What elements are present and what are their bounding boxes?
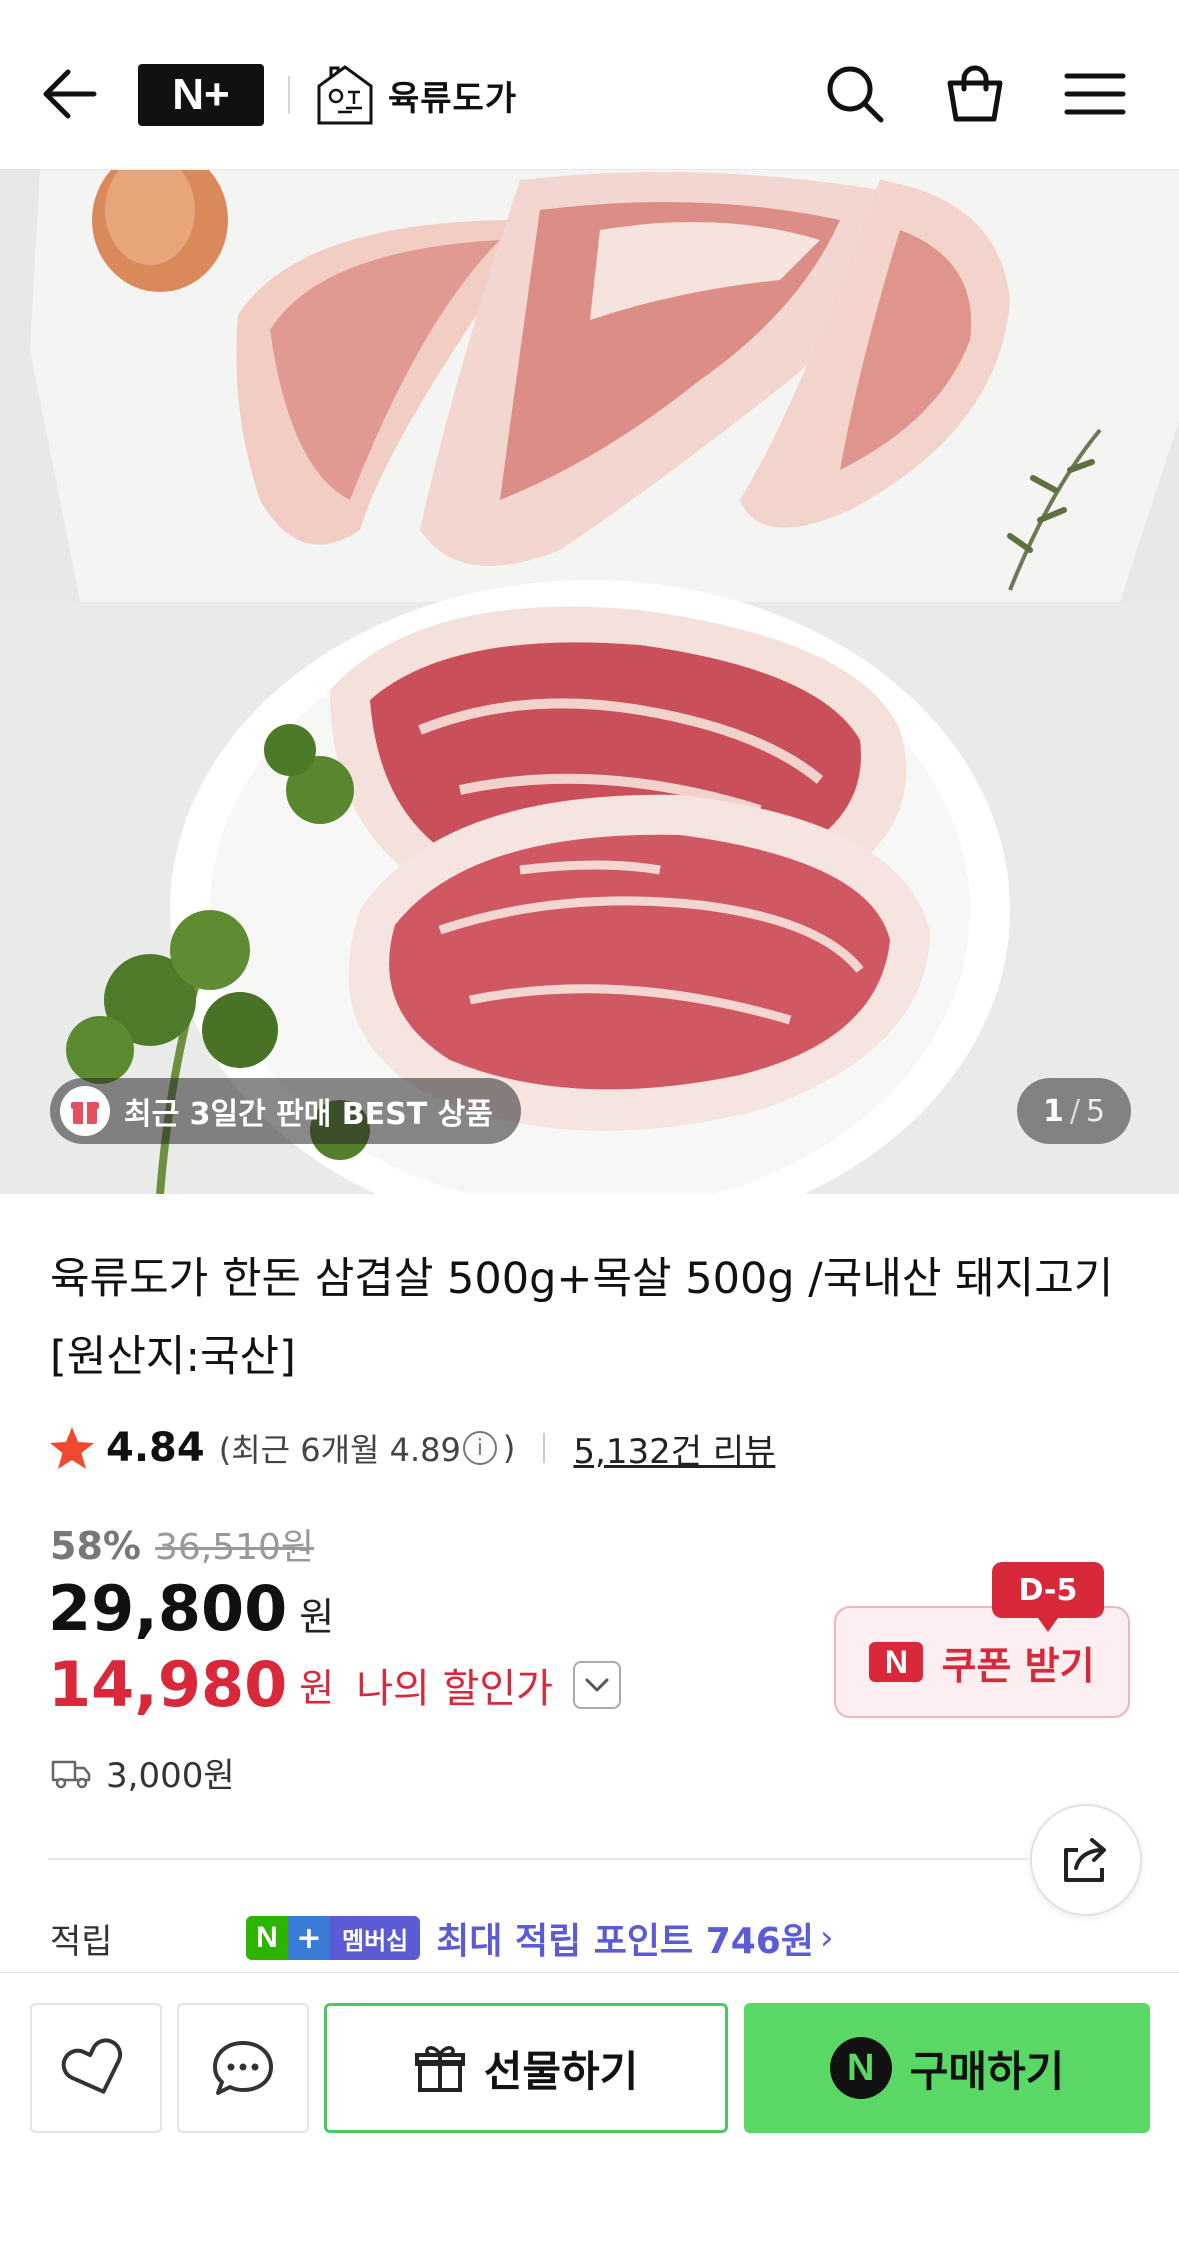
my-discount-price-unit: 원 <box>299 1666 335 1710</box>
original-price: 36,510원 <box>154 1527 315 1568</box>
recent-rating-text: (최근 6개월 4.89 <box>218 1431 461 1469</box>
store-mark-icon <box>317 65 373 125</box>
gift-button-label: 선물하기 <box>483 2046 639 2096</box>
search-button[interactable] <box>818 52 892 136</box>
image-counter-total: 5 <box>1085 1093 1106 1129</box>
coupon-dday-badge: D-5 <box>992 1562 1104 1632</box>
sale-price: 29,800 <box>48 1572 288 1645</box>
nplus-logo[interactable]: N+ <box>138 64 264 126</box>
points-label: 적립 <box>50 1921 113 1962</box>
gift-button[interactable]: 선물하기 <box>324 2003 728 2133</box>
recent-rating: (최근 6개월 4.89 i ) <box>219 1425 516 1471</box>
product-title: 육류도가 한돈 삼겹살 500g+목살 500g /국내산 돼지고기 [원산지:… <box>50 1254 1114 1382</box>
points-row[interactable]: 적립 N + 멤버십 최대 적립 포인트 746원 › <box>50 1910 834 1966</box>
product-image-carousel[interactable]: 최근 3일간 판매 BEST 상품 1 / 5 <box>0 170 1179 1194</box>
naver-pay-icon: N <box>829 2037 892 2099</box>
product-photo <box>0 170 1179 1194</box>
shopping-basket-icon <box>947 65 1003 122</box>
header-divider <box>288 76 290 114</box>
discount-row: 58% 36,510원 <box>50 1518 314 1570</box>
discount-percent: 58% <box>50 1524 141 1568</box>
shipping-row: 3,000원 <box>50 1748 235 1797</box>
bottom-action-bar: 선물하기 N 구매하기 <box>0 1972 1179 2266</box>
wishlist-button[interactable] <box>30 2003 162 2133</box>
image-counter-current: 1 <box>1042 1093 1064 1129</box>
coupon-label: 쿠폰 받기 <box>941 1643 1095 1688</box>
store-name: 육류도가 <box>388 78 518 119</box>
arrow-left-icon <box>43 69 97 119</box>
gift-icon <box>414 2046 465 2092</box>
image-counter-separator: / <box>1069 1093 1080 1129</box>
max-points-text: 최대 적립 포인트 746원 <box>436 1921 814 1962</box>
coupon-n-badge: N <box>869 1642 924 1682</box>
image-counter: 1 / 5 <box>1017 1078 1131 1144</box>
rating-row: 4.84 (최근 6개월 4.89 i ) 5,132건 리뷰 <box>48 1418 775 1478</box>
cart-button[interactable] <box>938 52 1012 136</box>
section-divider <box>48 1858 1028 1860</box>
chevron-down-icon <box>585 1678 609 1691</box>
share-icon <box>1064 1838 1106 1882</box>
best-seller-text: 최근 3일간 판매 BEST 상품 <box>124 1097 493 1132</box>
membership-n: N <box>246 1916 288 1960</box>
review-count-link[interactable]: 5,132건 리뷰 <box>573 1424 775 1473</box>
buy-button-label: 구매하기 <box>909 2046 1065 2096</box>
sale-price-row: 29,800 원 <box>48 1572 334 1645</box>
recent-rating-close: ) <box>502 1429 516 1467</box>
share-button[interactable] <box>1030 1804 1142 1916</box>
menu-button[interactable] <box>1058 52 1132 136</box>
chat-bubble-icon <box>213 2041 273 2095</box>
coupon-button[interactable]: N 쿠폰 받기 <box>834 1606 1130 1718</box>
top-header: N+ 육류도가 <box>0 0 1179 170</box>
chat-button[interactable] <box>177 2003 309 2133</box>
store-logo[interactable]: 육류도가 <box>316 60 517 130</box>
shipping-fee: 3,000원 <box>106 1756 235 1796</box>
info-icon[interactable]: i <box>462 1431 497 1465</box>
rating-divider <box>543 1433 546 1463</box>
heart-icon <box>61 2038 123 2094</box>
my-price-expand-button[interactable] <box>572 1660 621 1709</box>
sale-price-unit: 원 <box>299 1595 335 1639</box>
membership-text: 멤버십 <box>330 1916 421 1960</box>
nplus-logo-text: N+ <box>172 70 230 119</box>
buy-button[interactable]: N 구매하기 <box>744 2003 1150 2133</box>
gift-box-icon <box>60 1086 110 1136</box>
nplus-membership-badge: N + 멤버십 <box>246 1916 421 1960</box>
star-icon <box>50 1427 94 1469</box>
membership-plus: + <box>288 1916 330 1960</box>
chevron-right-icon: › <box>819 1918 834 1958</box>
best-seller-badge: 최근 3일간 판매 BEST 상품 <box>50 1078 521 1144</box>
my-discount-price: 14,980 <box>48 1648 288 1721</box>
back-button[interactable] <box>34 54 104 134</box>
my-price-row: 14,980 원 나의 할인가 <box>48 1648 621 1721</box>
search-icon <box>827 66 884 123</box>
rating-score: 4.84 <box>106 1425 205 1471</box>
my-discount-label: 나의 할인가 <box>356 1665 553 1712</box>
delivery-truck-icon <box>51 1760 91 1788</box>
hamburger-menu-icon <box>1064 73 1126 115</box>
